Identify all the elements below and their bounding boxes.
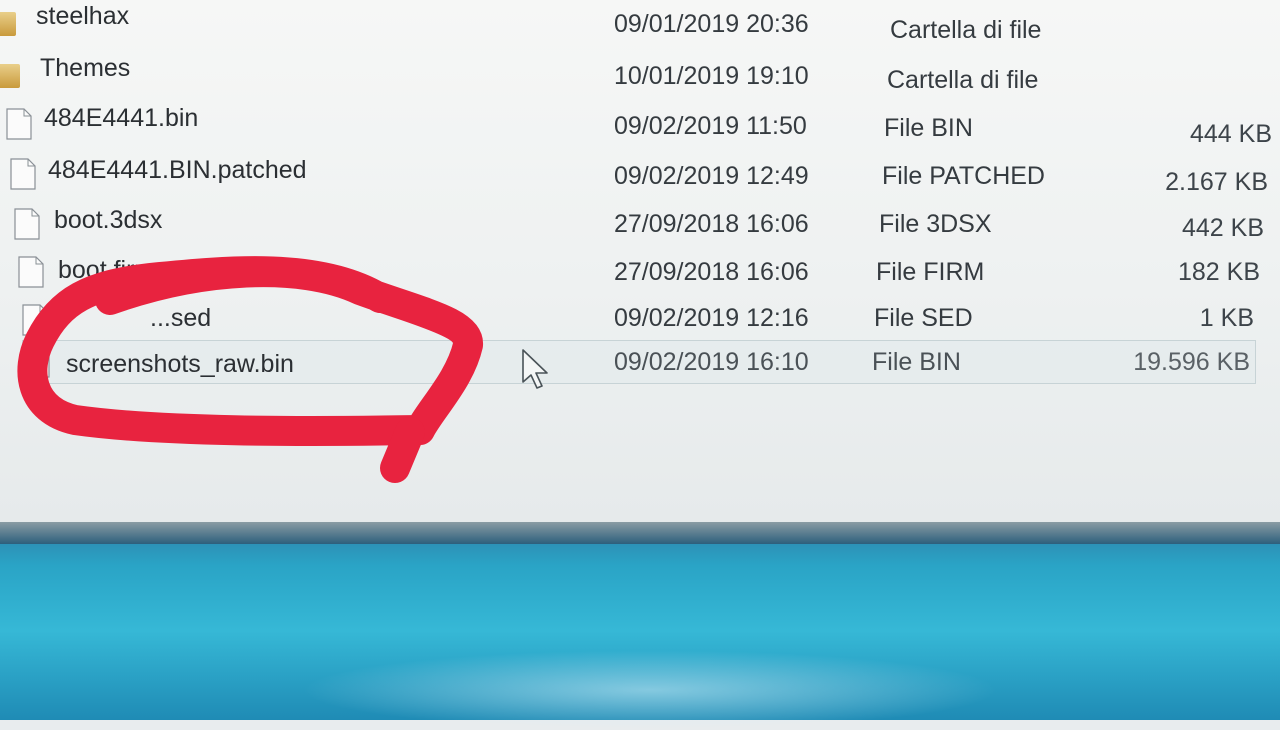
file-type: File 3DSX (879, 210, 992, 238)
list-item[interactable]: Themes 10/01/2019 19:10 Cartella di file (0, 52, 1280, 100)
file-date: 27/09/2018 16:06 (614, 258, 809, 286)
list-item[interactable]: boot.firm 27/09/2018 16:06 File FIRM 182… (0, 250, 1280, 298)
file-date: 09/02/2019 12:49 (614, 162, 809, 190)
taskbar-glow (300, 650, 1000, 730)
file-size: 19.596 KB (1133, 348, 1250, 376)
file-icon (6, 108, 32, 140)
list-item[interactable]: steelhax 09/01/2019 20:36 Cartella di fi… (0, 0, 1280, 48)
file-icon (14, 208, 40, 240)
file-name: Themes (40, 54, 131, 82)
file-type: File BIN (884, 114, 973, 142)
file-date: 09/02/2019 11:50 (614, 112, 807, 140)
file-type: File PATCHED (882, 162, 1045, 190)
file-icon (24, 346, 50, 378)
file-size: 444 KB (1189, 120, 1272, 148)
window-bottom-border (0, 522, 1280, 544)
file-type: File SED (874, 304, 973, 332)
list-item[interactable]: 484E4441.BIN.patched 09/02/2019 12:49 Fi… (0, 152, 1280, 200)
file-date: 09/01/2019 20:36 (614, 10, 809, 38)
file-date: 10/01/2019 19:10 (614, 62, 809, 90)
file-name: ...sed (150, 304, 212, 332)
file-date: 09/02/2019 12:16 (614, 304, 809, 332)
file-type: Cartella di file (887, 66, 1039, 94)
file-name: boot.3dsx (54, 206, 163, 234)
folder-icon (0, 64, 20, 88)
file-name: boot.firm (58, 256, 156, 284)
file-list: steelhax 09/01/2019 20:36 Cartella di fi… (0, 0, 1280, 522)
file-icon (18, 256, 44, 288)
file-name: screenshots_raw.bin (66, 350, 294, 378)
file-icon (22, 304, 48, 336)
file-size: 442 KB (1181, 214, 1264, 242)
file-icon (10, 158, 36, 190)
list-item[interactable]: boot.3dsx 27/09/2018 16:06 File 3DSX 442… (0, 202, 1280, 250)
file-size: 2.167 KB (1165, 168, 1268, 196)
file-size: 182 KB (1177, 258, 1260, 286)
file-name: steelhax (36, 2, 130, 30)
file-type: Cartella di file (890, 16, 1042, 44)
file-size: 1 KB (1199, 304, 1254, 332)
file-name: 484E4441.bin (44, 104, 199, 132)
file-type: File BIN (872, 348, 961, 376)
mouse-cursor-icon (522, 349, 548, 389)
file-type: File FIRM (876, 258, 985, 286)
list-item-selected[interactable]: screenshots_raw.bin 09/02/2019 16:10 Fil… (0, 338, 1280, 386)
file-name: 484E4441.BIN.patched (48, 156, 307, 184)
folder-icon (0, 12, 16, 36)
file-date: 09/02/2019 16:10 (614, 348, 809, 376)
list-item[interactable]: 484E4441.bin 09/02/2019 11:50 File BIN 4… (0, 102, 1280, 150)
file-date: 27/09/2018 16:06 (614, 210, 809, 238)
